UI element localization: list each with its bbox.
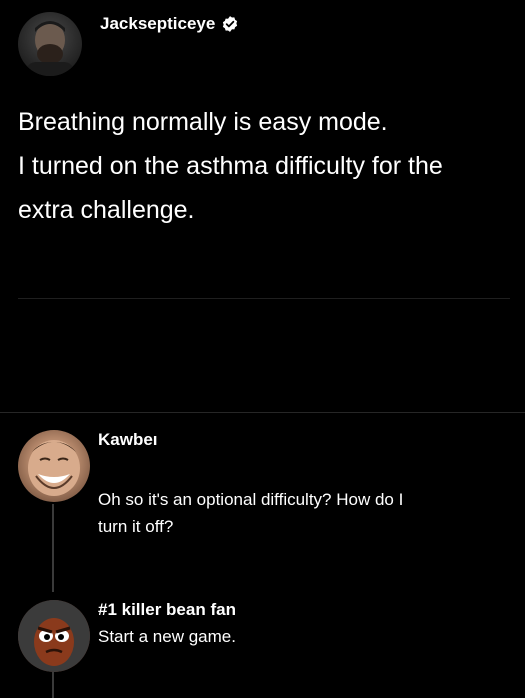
thread-line [52, 672, 54, 698]
killer-bean-icon [18, 600, 90, 672]
thread-line [52, 504, 54, 592]
reply-text-line: turn it off? [98, 517, 174, 536]
reply-avatar[interactable] [18, 430, 90, 502]
tweet-text-line: I turned on the asthma difficulty for th… [18, 152, 443, 180]
tweet-text-line: Breathing normally is easy mode. [18, 108, 388, 136]
reply-avatar[interactable] [18, 600, 90, 672]
laughing-face-icon [28, 440, 80, 496]
reply-text: Oh so it's an optional difficulty? How d… [98, 486, 508, 540]
author-name[interactable]: Jacksepticeye [100, 13, 215, 35]
verified-badge-icon [223, 16, 238, 32]
tweet-text-line: extra challenge. [18, 196, 195, 224]
reply-text: Start a new game. [98, 627, 236, 646]
tweet-text: Breathing normally is easy mode. I turne… [18, 100, 518, 232]
tweet-divider [18, 298, 510, 299]
avatar-portrait-icon [26, 21, 74, 76]
author-name-row: Jacksepticeye [100, 13, 239, 35]
reply-text-line: Oh so it's an optional difficulty? How d… [98, 490, 404, 509]
reply-author-name[interactable]: #1 killer bean fan [98, 598, 236, 622]
author-avatar[interactable] [18, 12, 82, 76]
reply-author-name[interactable]: Kawbeı [98, 428, 158, 452]
replies-divider [0, 412, 525, 413]
